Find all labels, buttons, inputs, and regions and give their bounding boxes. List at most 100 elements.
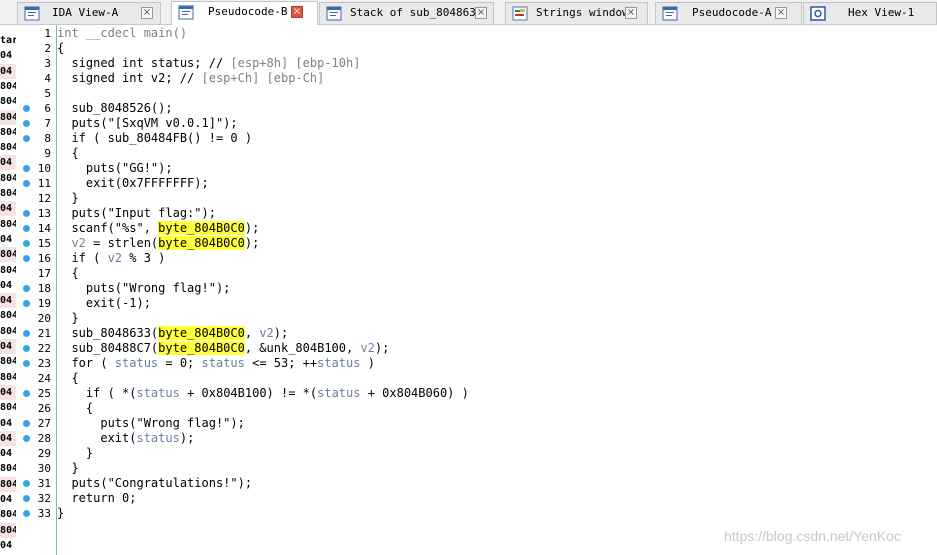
tab-pseudocode-b[interactable]: Pseudocode-B × xyxy=(171,1,318,25)
breakpoint-dot-icon[interactable] xyxy=(23,120,30,127)
gutter-line[interactable]: 14 xyxy=(16,221,54,236)
code-line[interactable]: { xyxy=(57,371,78,386)
code-line[interactable]: if ( sub_80484FB() != 0 ) xyxy=(57,131,252,146)
gutter-line[interactable]: 15 xyxy=(16,236,54,251)
code-line[interactable]: } xyxy=(57,311,78,326)
code-line[interactable]: for ( status = 0; status <= 53; ++status… xyxy=(57,356,375,371)
breakpoint-dot-icon[interactable] xyxy=(23,255,30,262)
breakpoint-dot-icon[interactable] xyxy=(23,135,30,142)
code-line[interactable]: puts("Wrong flag!"); xyxy=(57,416,245,431)
breakpoint-dot-icon[interactable] xyxy=(23,390,30,397)
gutter-line[interactable]: 12 xyxy=(16,191,54,206)
gutter-line[interactable]: 31 xyxy=(16,476,54,491)
pseudocode-editor[interactable]: int __cdecl main(){ signed int status; /… xyxy=(57,25,937,555)
variable-token[interactable]: status xyxy=(317,386,360,400)
code-token[interactable]: [esp+Ch] [ebp-Ch] xyxy=(202,71,325,85)
highlighted-token[interactable]: byte_804B0C0 xyxy=(158,236,245,250)
variable-token[interactable]: status xyxy=(115,356,158,370)
gutter-line[interactable]: 32 xyxy=(16,491,54,506)
breakpoint-dot-icon[interactable] xyxy=(23,480,30,487)
tab-strings-window[interactable]: Strings window × xyxy=(505,2,648,24)
variable-token[interactable]: v2 xyxy=(108,251,122,265)
code-line[interactable]: sub_80488C7(byte_804B0C0, &unk_804B100, … xyxy=(57,341,389,356)
variable-token[interactable]: status xyxy=(317,356,360,370)
code-line[interactable]: { xyxy=(57,266,78,281)
gutter-line[interactable]: 29 xyxy=(16,446,54,461)
code-line[interactable]: puts("GG!"); xyxy=(57,161,173,176)
breakpoint-dot-icon[interactable] xyxy=(23,240,30,247)
variable-token[interactable]: v2 xyxy=(360,341,374,355)
gutter-line[interactable]: 8 xyxy=(16,131,54,146)
gutter-line[interactable]: 25 xyxy=(16,386,54,401)
code-line[interactable]: puts("Wrong flag!"); xyxy=(57,281,231,296)
breakpoint-dot-icon[interactable] xyxy=(23,285,30,292)
close-icon[interactable]: × xyxy=(775,7,787,19)
breakpoint-dot-icon[interactable] xyxy=(23,360,30,367)
breakpoint-dot-icon[interactable] xyxy=(23,330,30,337)
gutter-line[interactable]: 2 xyxy=(16,41,54,56)
code-line[interactable]: sub_8048526(); xyxy=(57,101,172,116)
code-line[interactable]: exit(-1); xyxy=(57,296,151,311)
variable-token[interactable]: status xyxy=(136,431,179,445)
variable-token[interactable]: status xyxy=(136,386,179,400)
gutter-line[interactable]: 7 xyxy=(16,116,54,131)
gutter-line[interactable]: 3 xyxy=(16,56,54,71)
gutter-line[interactable]: 30 xyxy=(16,461,54,476)
code-line[interactable]: { xyxy=(57,146,78,161)
breakpoint-dot-icon[interactable] xyxy=(23,510,30,517)
code-line[interactable]: int __cdecl main() xyxy=(57,26,187,41)
gutter-line[interactable]: 4 xyxy=(16,71,54,86)
gutter-line[interactable]: 13 xyxy=(16,206,54,221)
close-icon[interactable]: × xyxy=(291,6,303,18)
tab-ida-view-a[interactable]: IDA View-A × xyxy=(17,2,161,24)
code-line[interactable]: puts("Input flag:"); xyxy=(57,206,216,221)
breakpoint-dot-icon[interactable] xyxy=(23,345,30,352)
tab-pseudocode-a[interactable]: Pseudocode-A × xyxy=(655,2,802,24)
code-line[interactable]: exit(status); xyxy=(57,431,194,446)
gutter-line[interactable]: 19 xyxy=(16,296,54,311)
gutter-line[interactable]: 9 xyxy=(16,146,54,161)
gutter-line[interactable]: 1 xyxy=(16,26,54,41)
gutter-line[interactable]: 26 xyxy=(16,401,54,416)
code-line[interactable]: exit(0x7FFFFFFF); xyxy=(57,176,209,191)
breakpoint-dot-icon[interactable] xyxy=(23,225,30,232)
code-line[interactable]: v2 = strlen(byte_804B0C0); xyxy=(57,236,259,251)
code-line[interactable]: if ( *(status + 0x804B100) != *(status +… xyxy=(57,386,469,401)
gutter-line[interactable]: 28 xyxy=(16,431,54,446)
gutter-line[interactable]: 11 xyxy=(16,176,54,191)
gutter-line[interactable]: 33 xyxy=(16,506,54,521)
gutter-line[interactable]: 23 xyxy=(16,356,54,371)
code-line[interactable]: sub_8048633(byte_804B0C0, v2); xyxy=(57,326,288,341)
gutter-line[interactable]: 6 xyxy=(16,101,54,116)
code-line[interactable]: scanf("%s", byte_804B0C0); xyxy=(57,221,259,236)
variable-token[interactable]: v2 xyxy=(71,236,85,250)
gutter-line[interactable]: 27 xyxy=(16,416,54,431)
code-line[interactable]: signed int v2; // [esp+Ch] [ebp-Ch] xyxy=(57,71,324,86)
breakpoint-dot-icon[interactable] xyxy=(23,300,30,307)
code-line[interactable]: } xyxy=(57,191,78,206)
gutter-line[interactable]: 16 xyxy=(16,251,54,266)
code-token[interactable]: [esp+8h] [ebp-10h] xyxy=(230,56,360,70)
highlighted-token[interactable]: byte_804B0C0 xyxy=(158,341,245,355)
highlighted-token[interactable]: byte_804B0C0 xyxy=(158,221,245,235)
close-icon[interactable]: × xyxy=(475,7,487,19)
breakpoint-dot-icon[interactable] xyxy=(23,105,30,112)
breakpoint-dot-icon[interactable] xyxy=(23,165,30,172)
breakpoint-dot-icon[interactable] xyxy=(23,495,30,502)
close-icon[interactable]: × xyxy=(625,7,637,19)
code-line[interactable]: if ( v2 % 3 ) xyxy=(57,251,165,266)
close-icon[interactable]: × xyxy=(141,7,153,19)
gutter-line[interactable]: 18 xyxy=(16,281,54,296)
variable-token[interactable]: v2 xyxy=(259,326,273,340)
breakpoint-dot-icon[interactable] xyxy=(23,420,30,427)
code-line[interactable]: return 0; xyxy=(57,491,136,506)
gutter-line[interactable]: 5 xyxy=(16,86,54,101)
gutter-line[interactable]: 22 xyxy=(16,341,54,356)
breakpoint-dot-icon[interactable] xyxy=(23,180,30,187)
highlighted-token[interactable]: byte_804B0C0 xyxy=(158,326,245,340)
code-line[interactable]: puts("Congratulations!"); xyxy=(57,476,252,491)
tab-hex-view-1[interactable]: Hex View-1 xyxy=(803,2,937,24)
code-line[interactable]: } xyxy=(57,461,78,476)
breakpoint-dot-icon[interactable] xyxy=(23,210,30,217)
code-line[interactable]: puts("[SxqVM v0.0.1]"); xyxy=(57,116,237,131)
